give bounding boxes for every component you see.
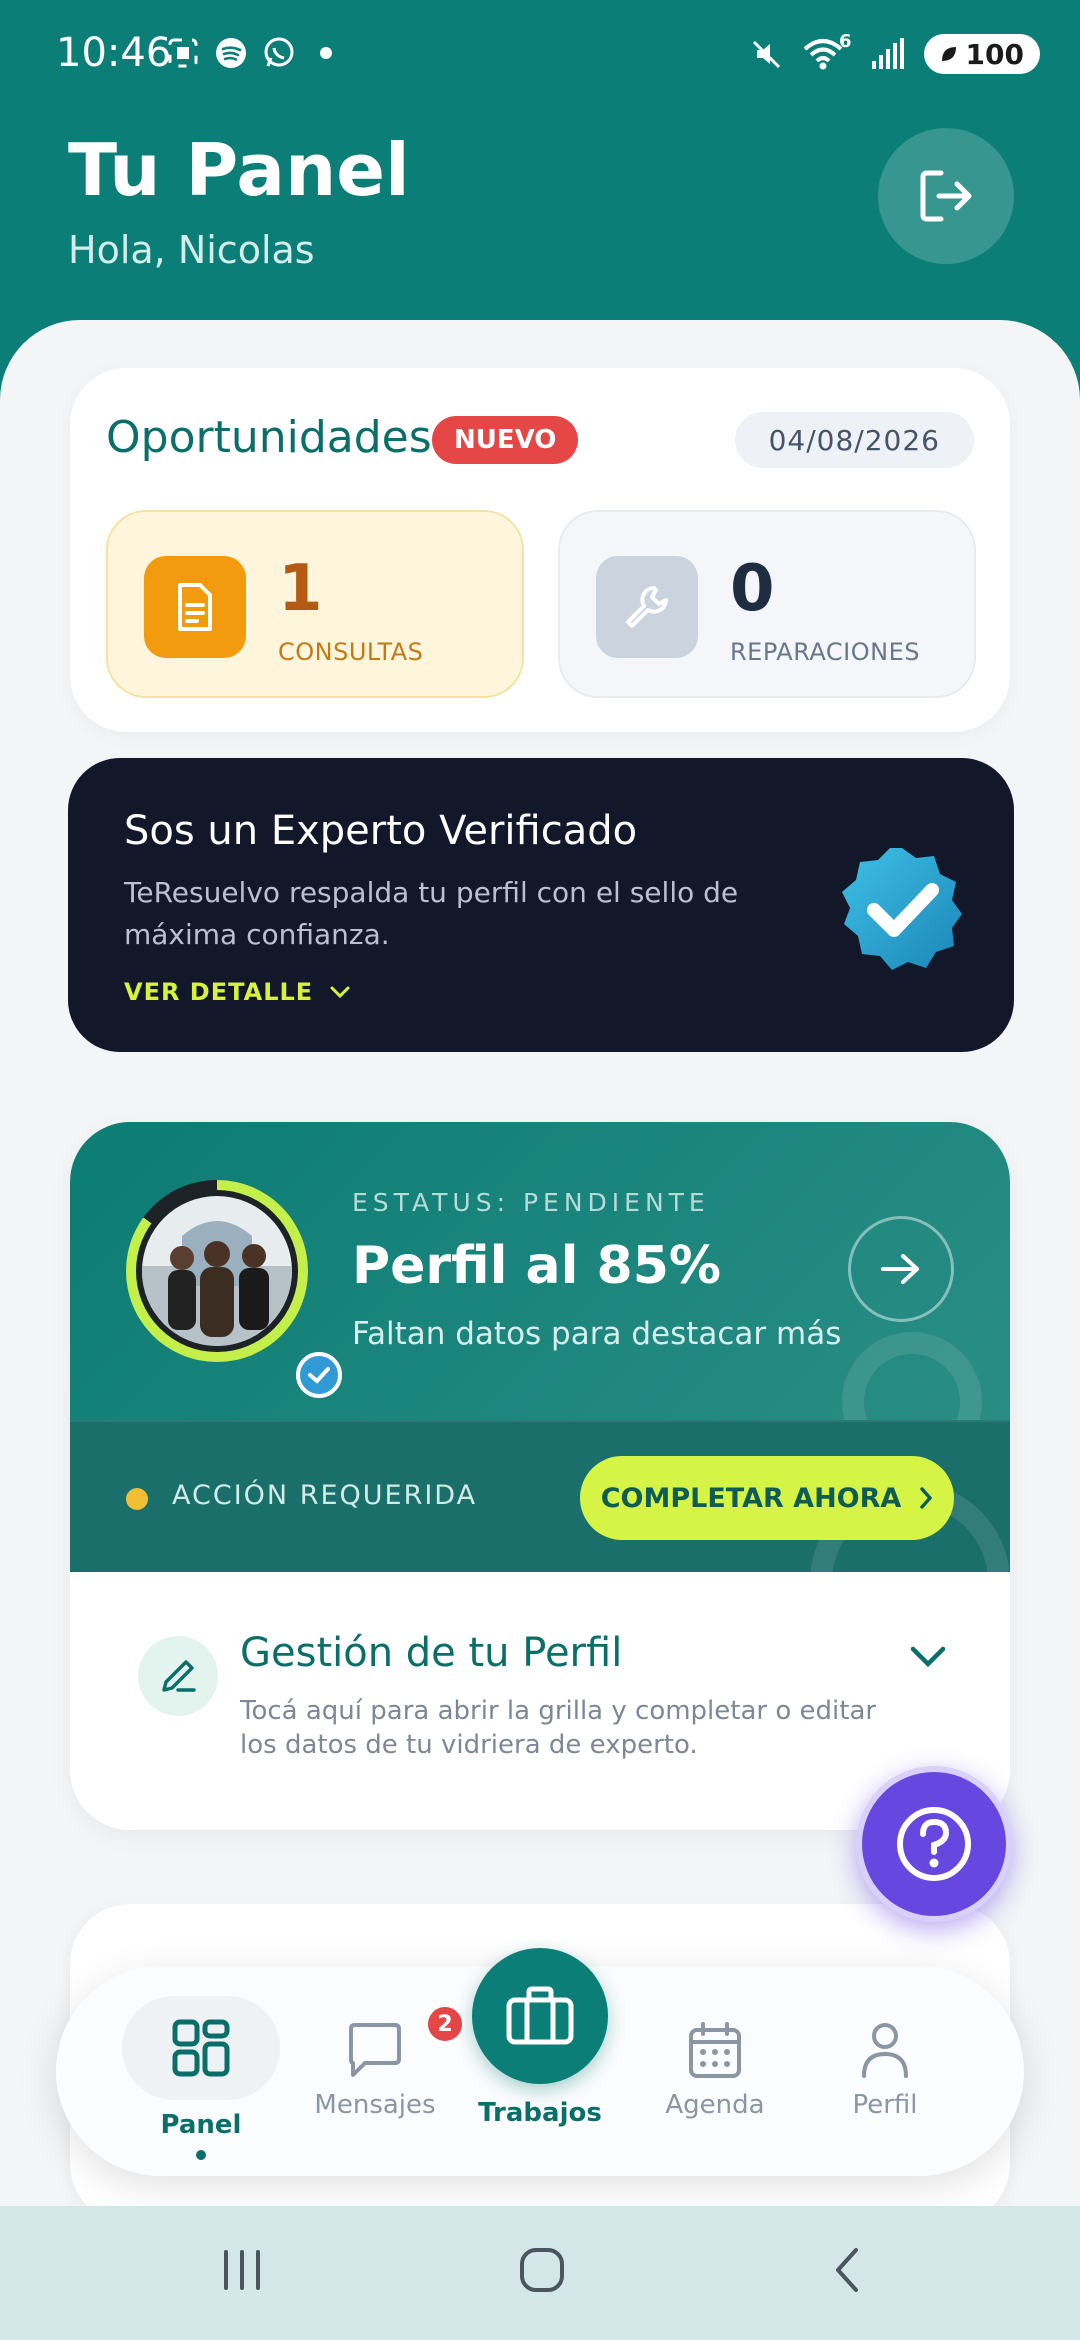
battery-level: 100 bbox=[965, 37, 1024, 71]
signal-icon bbox=[871, 38, 904, 69]
consultas-stat[interactable]: 1 CONSULTAS bbox=[106, 510, 524, 698]
bottom-navigation: Panel 2 Mensajes Trabajos Agenda Perfil bbox=[56, 1948, 1024, 2176]
grid-icon bbox=[122, 1996, 280, 2100]
chevron-right-icon bbox=[920, 1487, 933, 1509]
avatar bbox=[136, 1190, 298, 1352]
document-icon bbox=[144, 556, 246, 658]
page-title: Tu Panel bbox=[68, 128, 410, 212]
verified-badge-icon bbox=[842, 848, 962, 970]
help-button[interactable] bbox=[856, 1766, 1012, 1922]
logout-icon bbox=[920, 170, 972, 222]
unread-badge: 2 bbox=[425, 2004, 465, 2044]
reparaciones-label: REPARACIONES bbox=[730, 638, 920, 666]
opportunities-card: Oportunidades NUEVO 04/08/2026 1 CONSULT… bbox=[70, 368, 1010, 732]
date-pill: 04/08/2026 bbox=[734, 412, 974, 468]
nav-perfil-label: Perfil bbox=[852, 2090, 918, 2120]
nav-agenda-label: Agenda bbox=[665, 2090, 765, 2120]
profile-completion-subtitle: Faltan datos para destacar más bbox=[352, 1316, 842, 1352]
user-icon bbox=[860, 2018, 910, 2082]
leaf-icon bbox=[941, 47, 956, 61]
help-icon bbox=[897, 1807, 971, 1881]
profile-completion-title: Perfil al 85% bbox=[352, 1236, 721, 1296]
profile-status-card: ESTATUS: PENDIENTE Perfil al 85% Faltan … bbox=[70, 1122, 1010, 1830]
briefcase-icon bbox=[472, 1948, 608, 2084]
view-detail-label: VER DETALLE bbox=[124, 978, 314, 1006]
chat-icon: 2 bbox=[345, 2004, 465, 2082]
logout-button[interactable] bbox=[878, 128, 1014, 264]
status-time: 10:46 bbox=[56, 30, 172, 76]
active-indicator bbox=[196, 2150, 206, 2160]
verified-title: Sos un Experto Verificado bbox=[124, 808, 638, 854]
wifi-network-label: 6 bbox=[839, 31, 852, 52]
action-required-bar: ACCIÓN REQUERIDA COMPLETAR AHORA bbox=[70, 1420, 1010, 1682]
battery-indicator: 100 bbox=[923, 34, 1040, 74]
system-navigation-bar bbox=[0, 2206, 1080, 2340]
profile-management-title[interactable]: Gestión de tu Perfil bbox=[240, 1630, 622, 1676]
nav-trabajos[interactable]: Trabajos bbox=[460, 1948, 620, 2158]
arrow-right-icon bbox=[881, 1254, 919, 1284]
consultas-label: CONSULTAS bbox=[278, 638, 424, 666]
verified-description: TeResuelvo respalda tu perfil con el sel… bbox=[124, 876, 739, 951]
back-icon[interactable] bbox=[822, 2244, 874, 2296]
greeting: Hola, Nicolas bbox=[68, 228, 315, 272]
action-required-label: ACCIÓN REQUERIDA bbox=[172, 1480, 478, 1511]
new-badge: NUEVO bbox=[432, 416, 579, 464]
edit-icon bbox=[138, 1636, 218, 1716]
nav-agenda[interactable]: Agenda bbox=[640, 1966, 790, 2176]
nav-panel[interactable]: Panel bbox=[122, 1966, 280, 2176]
profile-status-label: ESTATUS: PENDIENTE bbox=[352, 1188, 710, 1217]
reparaciones-count: 0 bbox=[730, 552, 775, 626]
nav-mensajes-label: Mensajes bbox=[314, 2090, 436, 2120]
verified-check-icon bbox=[296, 1352, 342, 1398]
nav-mensajes[interactable]: 2 Mensajes bbox=[300, 1966, 465, 2176]
whatsapp-icon bbox=[264, 37, 294, 67]
nav-panel-label: Panel bbox=[160, 2110, 242, 2140]
complete-now-button[interactable]: COMPLETAR AHORA bbox=[580, 1456, 954, 1540]
notification-icons bbox=[166, 36, 332, 70]
profile-go-button[interactable] bbox=[848, 1216, 954, 1322]
nav-perfil[interactable]: Perfil bbox=[810, 1966, 960, 2176]
chevron-down-icon bbox=[330, 986, 350, 999]
screenshot-icon bbox=[168, 38, 198, 68]
spotify-icon bbox=[216, 38, 246, 68]
complete-now-label: COMPLETAR AHORA bbox=[600, 1482, 902, 1514]
nav-trabajos-label: Trabajos bbox=[478, 2098, 602, 2128]
profile-progress-ring bbox=[126, 1180, 342, 1398]
mute-icon bbox=[752, 40, 781, 69]
status-bar: 10:46 6 100 bbox=[0, 0, 1080, 110]
wrench-icon bbox=[596, 556, 698, 658]
chevron-down-icon[interactable] bbox=[908, 1644, 948, 1670]
system-icons: 6 100 bbox=[749, 31, 1040, 74]
more-notifications-dot bbox=[320, 47, 332, 59]
home-icon[interactable] bbox=[516, 2244, 568, 2296]
recent-apps-icon[interactable] bbox=[216, 2244, 268, 2296]
profile-progress-section[interactable]: ESTATUS: PENDIENTE Perfil al 85% Faltan … bbox=[70, 1122, 1010, 1472]
wifi-icon: 6 bbox=[803, 31, 852, 71]
opportunities-title: Oportunidades bbox=[106, 412, 432, 463]
view-detail-link[interactable]: VER DETALLE bbox=[124, 978, 351, 1006]
verified-expert-card: Sos un Experto Verificado TeResuelvo res… bbox=[68, 758, 1014, 1052]
reparaciones-stat[interactable]: 0 REPARACIONES bbox=[558, 510, 976, 698]
profile-management-description: Tocá aquí para abrir la grilla y complet… bbox=[240, 1696, 877, 1760]
calendar-icon bbox=[687, 2018, 743, 2082]
warning-dot bbox=[126, 1488, 148, 1510]
consultas-count: 1 bbox=[278, 552, 323, 626]
